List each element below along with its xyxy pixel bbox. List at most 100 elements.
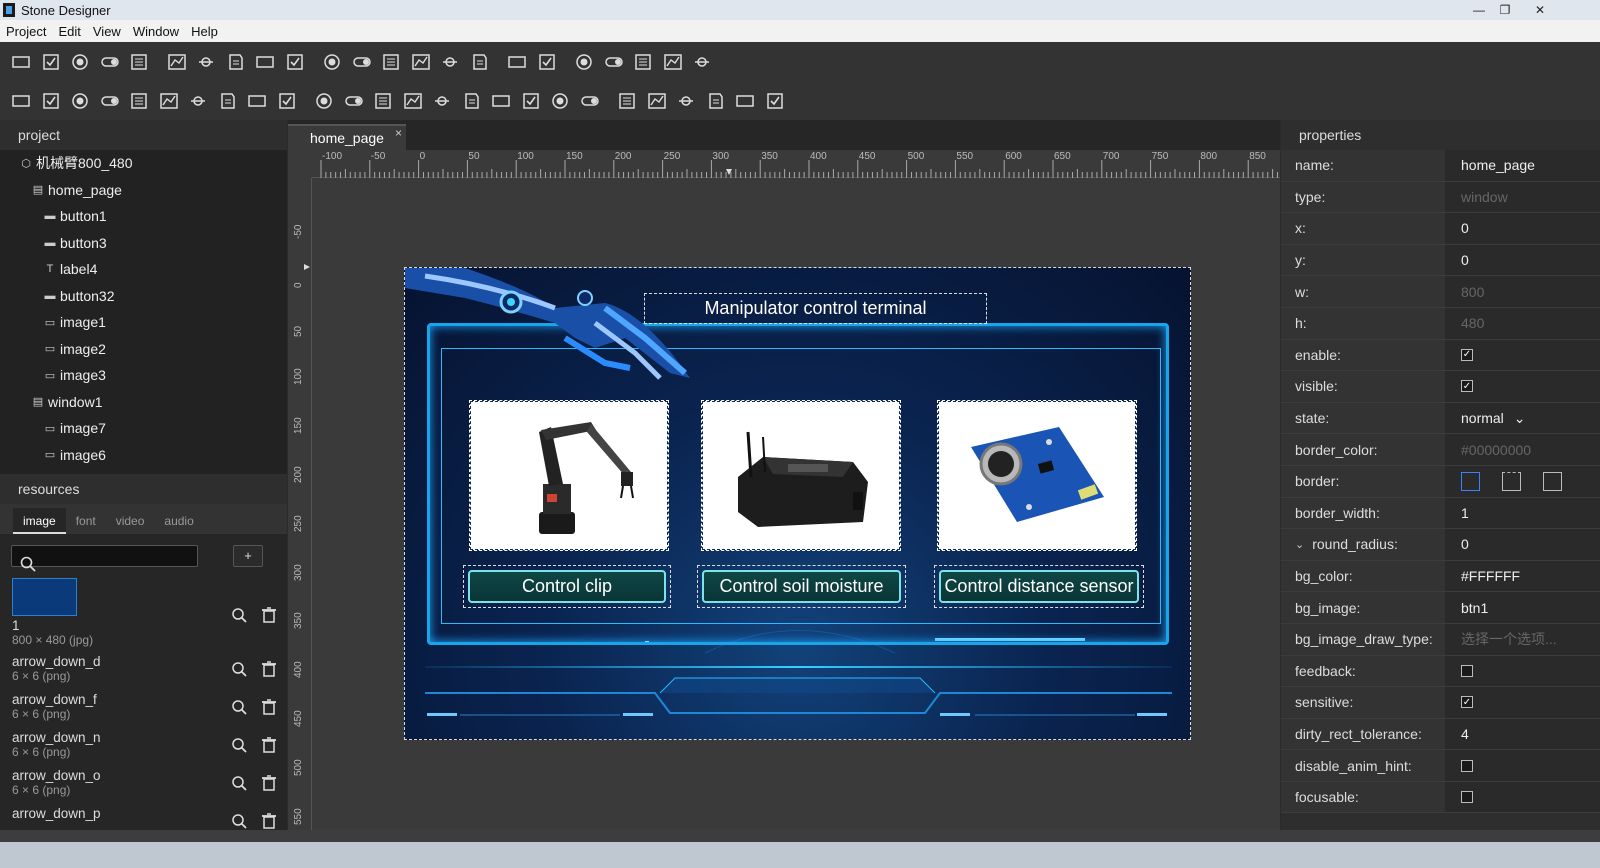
mixer-icon[interactable] bbox=[601, 49, 627, 75]
project-tree-item[interactable]: ▭ image6 bbox=[0, 442, 287, 469]
text-icon[interactable] bbox=[408, 49, 434, 75]
property-checkbox[interactable] bbox=[1461, 759, 1473, 772]
property-value[interactable]: 4 bbox=[1445, 718, 1600, 750]
table2-icon[interactable] bbox=[644, 88, 670, 114]
menu-help[interactable]: Help bbox=[185, 24, 224, 39]
close-icon[interactable]: ✕ bbox=[1520, 0, 1560, 20]
gif-icon[interactable] bbox=[193, 49, 219, 75]
grid2-icon[interactable] bbox=[459, 88, 485, 114]
scroll2-icon[interactable] bbox=[274, 88, 300, 114]
property-checkbox[interactable] bbox=[1461, 791, 1473, 804]
delete-icon[interactable] bbox=[260, 660, 278, 678]
monitor2-icon[interactable] bbox=[215, 88, 241, 114]
delete-icon[interactable] bbox=[260, 606, 278, 624]
project-tree-item[interactable]: ▭ image2 bbox=[0, 336, 287, 363]
state-select[interactable]: normal ⌄ bbox=[1461, 410, 1526, 427]
zoom-preview-icon[interactable] bbox=[230, 698, 248, 716]
scroll-icon[interactable] bbox=[244, 88, 270, 114]
add-resource-button[interactable]: + bbox=[233, 545, 263, 567]
project-tree-item[interactable]: ⬡ 机械臂800_480 bbox=[0, 150, 287, 177]
crop-icon[interactable] bbox=[673, 88, 699, 114]
menu-window[interactable]: Window bbox=[127, 24, 185, 39]
menu-edit[interactable]: Edit bbox=[52, 24, 86, 39]
property-value[interactable] bbox=[1445, 750, 1600, 781]
property-value[interactable] bbox=[1445, 781, 1600, 813]
property-value[interactable]: 480 bbox=[1445, 307, 1600, 339]
chart-icon[interactable] bbox=[164, 49, 190, 75]
resource-search-input[interactable] bbox=[11, 545, 198, 567]
radio-icon[interactable] bbox=[67, 49, 93, 75]
project-tree-item[interactable]: Tlabel4 bbox=[0, 256, 287, 283]
delete-icon[interactable] bbox=[260, 774, 278, 792]
bar-icon[interactable] bbox=[8, 88, 34, 114]
property-checkbox[interactable]: ✓ bbox=[1461, 348, 1473, 361]
project-tree-item[interactable]: ▭ image3 bbox=[0, 362, 287, 389]
progress-icon[interactable] bbox=[534, 49, 560, 75]
delete-icon[interactable] bbox=[260, 736, 278, 754]
image-icon[interactable] bbox=[252, 49, 278, 75]
project-tree-item[interactable]: ▬ button32 bbox=[0, 283, 287, 310]
menu-view[interactable]: View bbox=[87, 24, 127, 39]
property-value[interactable]: #00000000 bbox=[1445, 434, 1600, 465]
property-value[interactable]: 0 bbox=[1445, 244, 1600, 276]
qrcode-icon[interactable] bbox=[762, 88, 788, 114]
tab-font[interactable]: font bbox=[66, 508, 106, 534]
property-checkbox[interactable] bbox=[1461, 664, 1473, 677]
property-value[interactable]: btn1 bbox=[1445, 592, 1600, 623]
clock-icon[interactable] bbox=[311, 88, 337, 114]
zoom-preview-icon[interactable] bbox=[230, 812, 248, 830]
resource-item[interactable]: arrow_down_f 6 × 6 (png) bbox=[0, 692, 287, 730]
project-tree-item[interactable]: ▬ button3 bbox=[0, 230, 287, 257]
toggle-icon[interactable] bbox=[97, 49, 123, 75]
property-value[interactable]: 800 bbox=[1445, 276, 1600, 307]
list3-icon[interactable] bbox=[126, 88, 152, 114]
delete-icon[interactable] bbox=[260, 812, 278, 830]
minimize-icon[interactable]: — bbox=[1466, 0, 1492, 20]
btn-icon[interactable] bbox=[8, 49, 34, 75]
border-right-icon[interactable] bbox=[1543, 471, 1562, 491]
tab-icon[interactable] bbox=[38, 88, 64, 114]
resource-item[interactable]: arrow_down_d 6 × 6 (png) bbox=[0, 654, 287, 692]
zoom-preview-icon[interactable] bbox=[230, 660, 248, 678]
resource-item[interactable]: 1 800 × 480 (jpg) bbox=[0, 578, 287, 654]
control-distance-sensor-button[interactable]: Control distance sensor bbox=[934, 565, 1144, 608]
property-checkbox[interactable]: ✓ bbox=[1461, 380, 1473, 393]
border-all-icon[interactable] bbox=[1461, 471, 1480, 491]
property-value[interactable] bbox=[1445, 465, 1600, 497]
close-tab-icon[interactable]: × bbox=[395, 126, 402, 140]
lock-icon[interactable] bbox=[660, 49, 686, 75]
grid5-icon[interactable] bbox=[547, 88, 573, 114]
zoom-preview-icon[interactable] bbox=[230, 606, 248, 624]
text2-icon[interactable] bbox=[437, 49, 463, 75]
control-clip-button[interactable]: Control clip bbox=[463, 565, 671, 608]
project-tree-item[interactable]: ▤ window1 bbox=[0, 389, 287, 416]
download-icon[interactable] bbox=[630, 49, 656, 75]
resource-item[interactable]: arrow_down_n 6 × 6 (png) bbox=[0, 730, 287, 768]
image-robot-arm[interactable] bbox=[469, 400, 669, 551]
property-value[interactable]: 0 bbox=[1445, 213, 1600, 244]
edit-icon[interactable] bbox=[319, 49, 345, 75]
tab2-icon[interactable] bbox=[67, 88, 93, 114]
project-tree-item[interactable]: ▭ image7 bbox=[0, 415, 287, 442]
monitor-icon[interactable] bbox=[185, 88, 211, 114]
property-value[interactable]: 0 bbox=[1445, 529, 1600, 560]
control-soil-moisture-button[interactable]: Control soil moisture bbox=[697, 565, 906, 608]
zoom-preview-icon[interactable] bbox=[230, 736, 248, 754]
property-value[interactable]: #FFFFFF bbox=[1445, 560, 1600, 592]
list4-icon[interactable] bbox=[156, 88, 182, 114]
image-distance-sensor[interactable] bbox=[937, 400, 1137, 551]
qr-icon[interactable] bbox=[571, 49, 597, 75]
tab-audio[interactable]: audio bbox=[154, 508, 203, 534]
thermo-icon[interactable] bbox=[400, 88, 426, 114]
home-page-window[interactable]: Manipulator control terminal Control cli… bbox=[404, 267, 1191, 740]
barcode-icon[interactable] bbox=[732, 88, 758, 114]
gauge-icon[interactable] bbox=[370, 88, 396, 114]
grid3-icon[interactable] bbox=[488, 88, 514, 114]
sliders-icon[interactable] bbox=[504, 49, 530, 75]
delete-icon[interactable] bbox=[260, 698, 278, 716]
property-value[interactable]: window bbox=[1445, 181, 1600, 213]
page-title-label[interactable]: Manipulator control terminal bbox=[644, 293, 987, 324]
property-value[interactable]: home_page bbox=[1445, 150, 1600, 181]
grid4-icon[interactable] bbox=[518, 88, 544, 114]
check-icon[interactable] bbox=[38, 49, 64, 75]
